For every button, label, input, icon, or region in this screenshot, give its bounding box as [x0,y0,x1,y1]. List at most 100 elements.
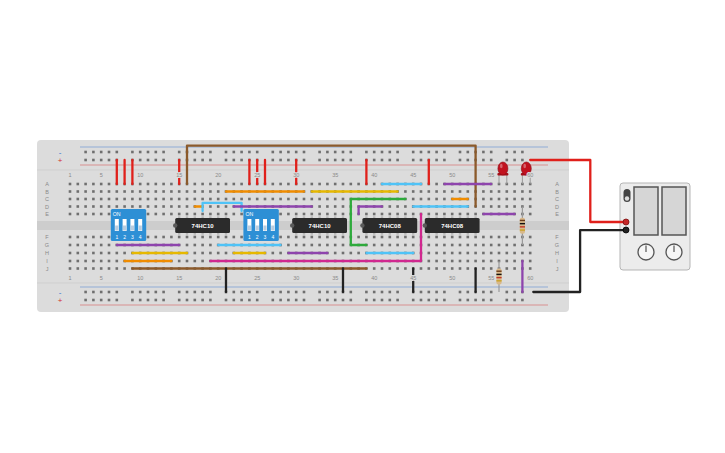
rail-hole[interactable] [350,159,353,162]
rail-hole[interactable] [435,299,438,302]
hole[interactable] [474,244,477,247]
supply-knob[interactable] [638,244,654,260]
hole[interactable] [108,252,111,255]
rail-hole[interactable] [108,159,111,162]
hole[interactable] [147,205,150,208]
supply-switch[interactable] [624,189,631,202]
rail-hole[interactable] [420,151,423,154]
hole[interactable] [459,236,462,239]
rail-hole[interactable] [233,151,236,154]
rail-hole[interactable] [373,151,376,154]
hole[interactable] [311,213,314,216]
rail-hole[interactable] [420,159,423,162]
wire[interactable] [131,160,133,184]
hole[interactable] [100,198,103,201]
hole[interactable] [92,252,95,255]
wire[interactable] [248,160,250,184]
wire[interactable] [474,269,476,293]
hole[interactable] [342,213,345,216]
hole[interactable] [84,267,87,270]
hole[interactable] [459,244,462,247]
rail-hole[interactable] [420,299,423,302]
hole[interactable] [123,267,126,270]
hole[interactable] [389,236,392,239]
hole[interactable] [287,213,290,216]
hole[interactable] [435,190,438,193]
positive-terminal[interactable] [623,219,629,225]
hole[interactable] [381,244,384,247]
hole[interactable] [295,213,298,216]
hole[interactable] [108,236,111,239]
rail-hole[interactable] [279,299,282,302]
hole[interactable] [303,244,306,247]
hole[interactable] [467,267,470,270]
hole[interactable] [225,236,228,239]
hole[interactable] [342,244,345,247]
hole[interactable] [233,198,236,201]
rail-hole[interactable] [396,159,399,162]
hole[interactable] [162,198,165,201]
rail-hole[interactable] [194,159,197,162]
hole[interactable] [84,236,87,239]
hole[interactable] [404,190,407,193]
rail-hole[interactable] [131,291,134,294]
rail-hole[interactable] [139,299,142,302]
rail-hole[interactable] [381,299,384,302]
hole[interactable] [506,190,509,193]
hole[interactable] [84,190,87,193]
hole[interactable] [521,252,524,255]
hole[interactable] [272,252,275,255]
hole[interactable] [287,183,290,186]
hole[interactable] [194,190,197,193]
hole[interactable] [272,183,275,186]
negative-terminal[interactable] [623,227,629,233]
hole[interactable] [92,198,95,201]
hole[interactable] [178,213,181,216]
hole[interactable] [233,236,236,239]
hole[interactable] [209,198,212,201]
rail-hole[interactable] [435,291,438,294]
hole[interactable] [209,190,212,193]
hole[interactable] [404,267,407,270]
rail-hole[interactable] [326,151,329,154]
hole[interactable] [108,267,111,270]
hole[interactable] [326,213,329,216]
hole[interactable] [389,213,392,216]
hole[interactable] [100,267,103,270]
wire[interactable] [225,269,227,293]
wire[interactable] [428,160,430,184]
wire[interactable] [382,183,421,185]
hole[interactable] [108,213,111,216]
hole[interactable] [498,205,501,208]
hole[interactable] [139,205,142,208]
hole[interactable] [178,260,181,263]
wire[interactable] [351,199,406,245]
hole[interactable] [194,213,197,216]
hole[interactable] [186,236,189,239]
rail-hole[interactable] [521,299,524,302]
wire[interactable] [195,205,203,207]
hole[interactable] [474,252,477,255]
switch-knob[interactable] [139,226,142,231]
hole[interactable] [326,183,329,186]
hole[interactable] [162,183,165,186]
rail-hole[interactable] [240,299,243,302]
switch-knob[interactable] [123,226,126,231]
hole[interactable] [506,252,509,255]
rail-hole[interactable] [295,299,298,302]
rail-hole[interactable] [155,151,158,154]
rail-hole[interactable] [100,291,103,294]
hole[interactable] [474,213,477,216]
hole[interactable] [451,236,454,239]
hole[interactable] [506,198,509,201]
rail-hole[interactable] [396,151,399,154]
wire[interactable] [359,207,382,215]
rail-hole[interactable] [381,159,384,162]
hole[interactable] [217,205,220,208]
hole[interactable] [279,252,282,255]
hole[interactable] [342,183,345,186]
rail-hole[interactable] [116,299,119,302]
hole[interactable] [77,183,80,186]
hole[interactable] [225,252,228,255]
hole[interactable] [474,236,477,239]
